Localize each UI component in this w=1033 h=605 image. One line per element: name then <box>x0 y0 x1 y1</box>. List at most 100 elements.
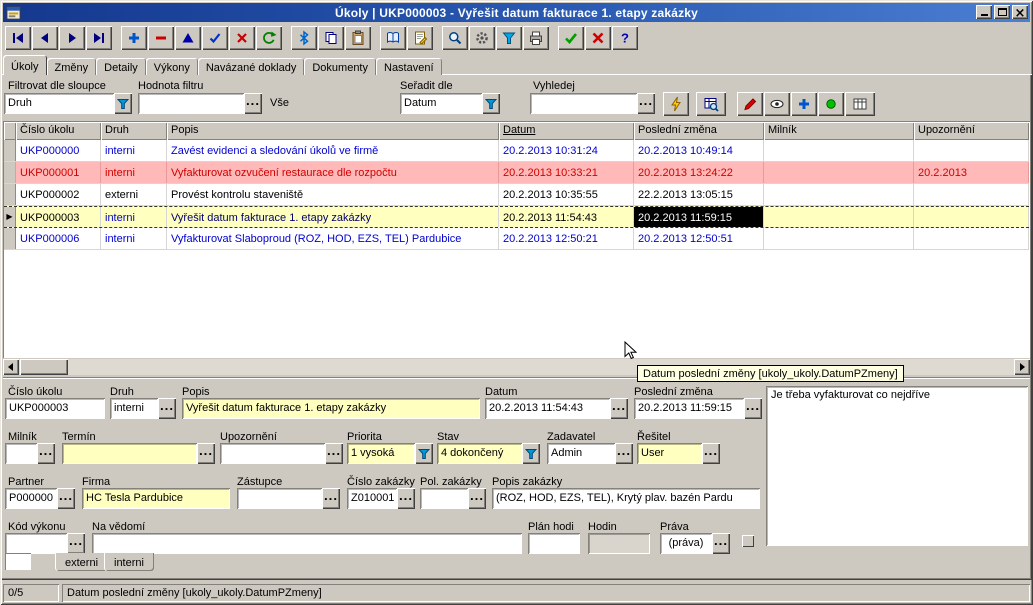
column-header-cislo-ukolu[interactable]: Číslo úkolu <box>16 122 101 140</box>
tab-ukoly[interactable]: Úkoly <box>3 55 47 75</box>
search-button[interactable] <box>442 26 468 50</box>
tab-vykony[interactable]: Výkony <box>146 58 198 75</box>
tab-nastaveni[interactable]: Nastavení <box>376 58 442 75</box>
selected-cell-zmena[interactable]: 20.2.2013 11:59:15 <box>634 207 764 227</box>
cell-cislo[interactable]: UKP000006 <box>16 228 101 249</box>
cell-popis[interactable]: Provést kontrolu staveniště <box>167 184 499 205</box>
upozorneni-field[interactable] <box>220 443 325 464</box>
add-view-button[interactable] <box>791 92 817 116</box>
cell-cislo[interactable]: UKP000001 <box>16 162 101 183</box>
partner-ellipsis-button[interactable] <box>57 488 75 509</box>
status-indicator-button[interactable] <box>818 92 844 116</box>
tab-navazane-doklady[interactable]: Navázané doklady <box>198 58 305 75</box>
cell-datum[interactable]: 20.2.2013 10:33:21 <box>499 162 634 183</box>
tab-detaily[interactable]: Detaily <box>96 58 146 75</box>
next-record-button[interactable] <box>59 26 85 50</box>
cell-popis[interactable]: Vyřešit datum fakturace 1. etapy zakázky <box>167 207 499 227</box>
cell-cislo[interactable]: UKP000002 <box>16 184 101 205</box>
last-record-button[interactable] <box>86 26 112 50</box>
priorita-field[interactable]: 1 vysoká <box>347 443 415 464</box>
priorita-dropdown-button[interactable] <box>415 443 433 464</box>
app-icon[interactable] <box>6 6 21 20</box>
copy-button[interactable] <box>318 26 344 50</box>
cell-zmena[interactable]: 20.2.2013 13:24:22 <box>634 162 764 183</box>
filter-value-ellipsis-button[interactable] <box>244 93 262 114</box>
datum-field[interactable]: 20.2.2013 11:54:43 <box>485 398 610 419</box>
cell-druh[interactable]: interni <box>101 162 167 183</box>
partner-field[interactable]: P000000 <box>5 488 57 509</box>
termin-ellipsis-button[interactable] <box>197 443 215 464</box>
cell-cislo[interactable]: UKP000000 <box>16 140 101 161</box>
delete-record-button[interactable] <box>148 26 174 50</box>
cell-upozorneni[interactable] <box>914 184 1029 205</box>
subtab-filter-box[interactable] <box>5 553 31 570</box>
filter-button[interactable] <box>496 26 522 50</box>
minimize-button[interactable] <box>976 5 992 19</box>
table-row[interactable]: UKP000006 interni Vyfakturovat Slaboprou… <box>4 228 1029 250</box>
maximize-button[interactable] <box>994 5 1010 19</box>
scroll-right-button[interactable] <box>1014 359 1030 375</box>
filter-column-select[interactable]: Druh <box>4 93 114 114</box>
prava-checkbox[interactable] <box>742 535 754 547</box>
filter-value-input[interactable] <box>138 93 244 114</box>
notes-button[interactable] <box>407 26 433 50</box>
column-header-upozorneni[interactable]: Upozornění <box>914 122 1029 140</box>
milnik-field[interactable] <box>5 443 37 464</box>
previous-record-button[interactable] <box>32 26 58 50</box>
cell-popis[interactable]: Vyfakturovat ozvučení restaurace dle roz… <box>167 162 499 183</box>
help-button[interactable]: ? <box>612 26 638 50</box>
datum-ellipsis-button[interactable] <box>610 398 628 419</box>
confirm-button[interactable] <box>558 26 584 50</box>
stav-field[interactable]: 4 dokončený <box>437 443 522 464</box>
table-row[interactable]: UKP000002 externi Provést kontrolu stave… <box>4 184 1029 206</box>
cell-druh[interactable]: externi <box>101 184 167 205</box>
pol-zakazky-ellipsis-button[interactable] <box>468 488 486 509</box>
column-header-druh[interactable]: Druh <box>101 122 167 140</box>
table-row[interactable]: UKP000000 interni Zavést evidenci a sled… <box>4 140 1029 162</box>
cancel-record-button[interactable] <box>229 26 255 50</box>
cell-upozorneni[interactable]: 20.2.2013 <box>914 162 1029 183</box>
selected-table-row[interactable]: UKP000003 interni Vyřešit datum fakturac… <box>4 206 1029 228</box>
sort-select[interactable]: Datum <box>400 93 482 114</box>
lookup-button[interactable] <box>696 92 726 116</box>
column-header-milnik[interactable]: Milník <box>764 122 914 140</box>
scrollbar-thumb[interactable] <box>20 359 68 375</box>
note-memo[interactable]: Je třeba vyfakturovat co nejdříve <box>766 386 1028 546</box>
zadavatel-field[interactable]: Admin <box>547 443 615 464</box>
filter-column-dropdown-button[interactable] <box>114 93 132 114</box>
add-record-button[interactable] <box>121 26 147 50</box>
sort-dropdown-button[interactable] <box>482 93 500 114</box>
tab-dokumenty[interactable]: Dokumenty <box>304 58 376 75</box>
search-ellipsis-button[interactable] <box>637 93 655 114</box>
paste-button[interactable] <box>345 26 371 50</box>
bluetooth-button[interactable] <box>291 26 317 50</box>
zastupce-ellipsis-button[interactable] <box>322 488 340 509</box>
preview-button[interactable] <box>764 92 790 116</box>
cell-upozorneni[interactable] <box>914 207 1029 227</box>
cell-popis[interactable]: Zavést evidenci a sledování úkolů ve fir… <box>167 140 499 161</box>
column-header-posledni-zmena[interactable]: Poslední změna <box>634 122 764 140</box>
cell-zmena[interactable]: 22.2.2013 13:05:15 <box>634 184 764 205</box>
title-bar[interactable]: Úkoly | UKP000003 - Vyřešit datum faktur… <box>3 3 1030 22</box>
cell-milnik[interactable] <box>764 207 914 227</box>
execute-filter-button[interactable] <box>663 92 689 116</box>
posledni-zmena-field[interactable]: 20.2.2013 11:59:15 <box>634 398 744 419</box>
column-header-popis[interactable]: Popis <box>167 122 499 140</box>
cell-zmena[interactable]: 20.2.2013 10:49:14 <box>634 140 764 161</box>
pol-zakazky-field[interactable] <box>420 488 468 509</box>
firma-field[interactable]: HC Tesla Pardubice <box>82 488 230 509</box>
upozorneni-ellipsis-button[interactable] <box>325 443 343 464</box>
milnik-ellipsis-button[interactable] <box>37 443 55 464</box>
documentation-button[interactable] <box>380 26 406 50</box>
edit-record-button[interactable] <box>175 26 201 50</box>
zadavatel-ellipsis-button[interactable] <box>615 443 633 464</box>
highlight-button[interactable] <box>737 92 763 116</box>
table-row[interactable]: UKP000001 interni Vyfakturovat ozvučení … <box>4 162 1029 184</box>
zastupce-field[interactable] <box>237 488 322 509</box>
cell-milnik[interactable] <box>764 184 914 205</box>
cislo-zakazky-field[interactable]: Z010001 <box>347 488 397 509</box>
cell-datum[interactable]: 20.2.2013 10:31:24 <box>499 140 634 161</box>
resitel-field[interactable]: User <box>637 443 702 464</box>
reject-button[interactable] <box>585 26 611 50</box>
cell-druh[interactable]: interni <box>101 140 167 161</box>
